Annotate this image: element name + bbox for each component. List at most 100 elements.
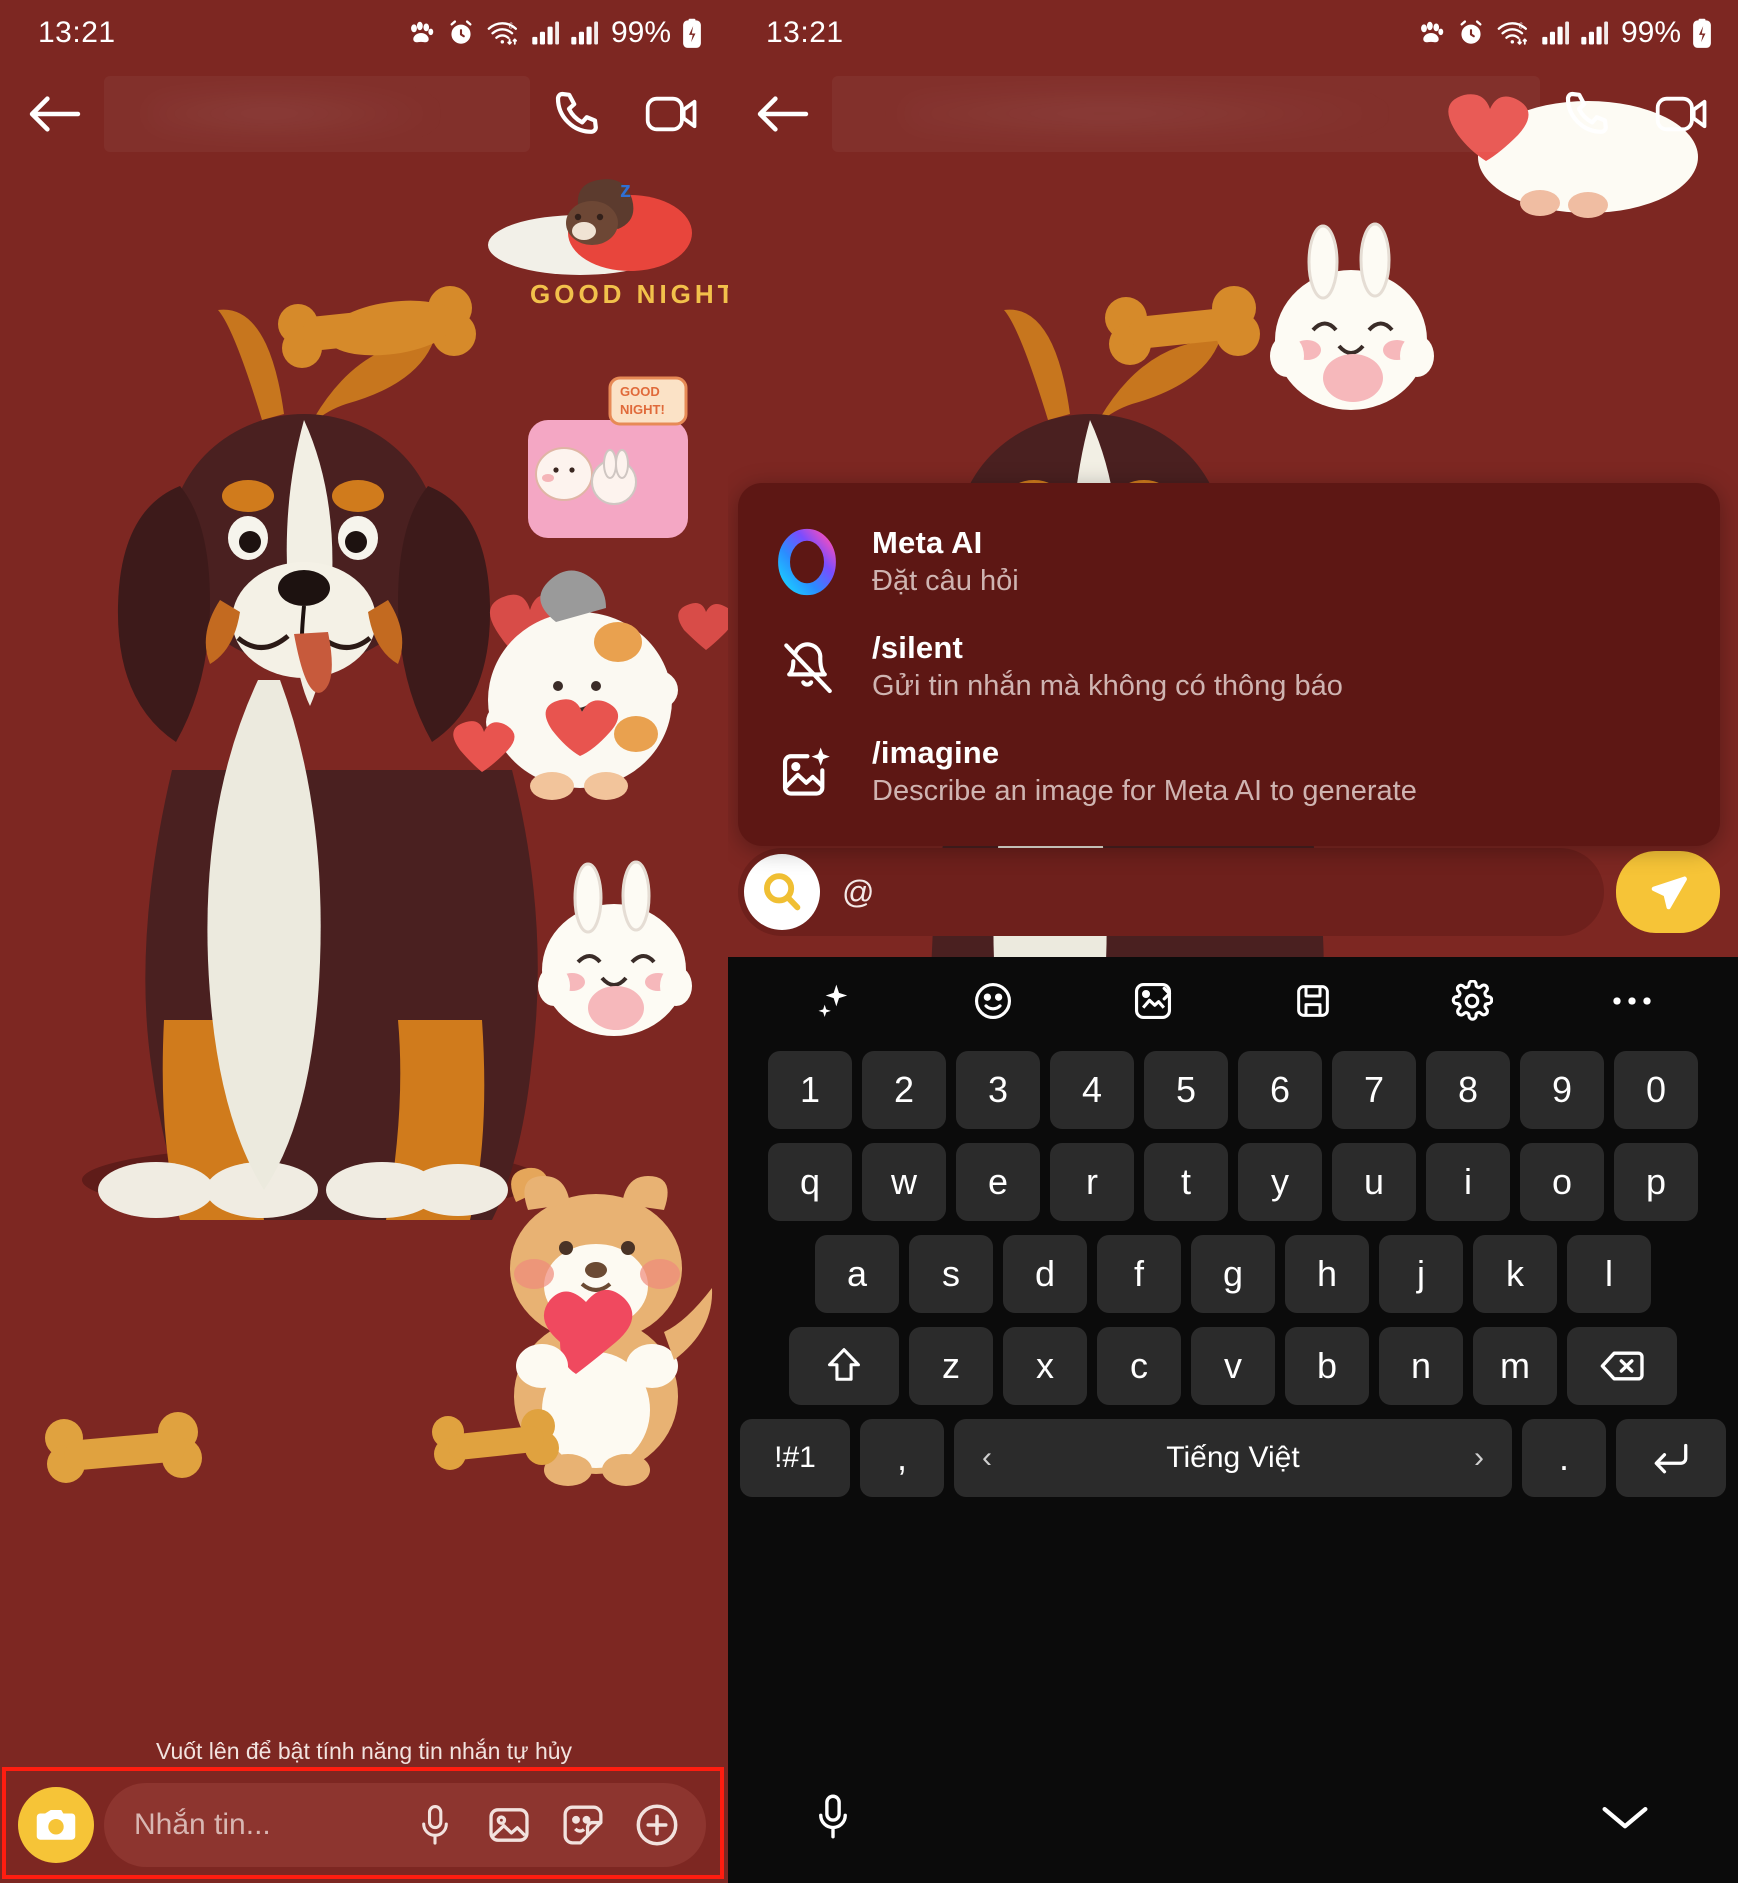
gear-icon[interactable] — [1438, 967, 1506, 1035]
enter-key[interactable] — [1616, 1419, 1726, 1497]
meta-ai-ring-icon — [772, 528, 842, 596]
key-f[interactable]: f — [1097, 1235, 1181, 1313]
emoji-icon[interactable] — [959, 967, 1027, 1035]
key-p[interactable]: p — [1614, 1143, 1698, 1221]
sticker-icon[interactable] — [560, 1802, 606, 1848]
voice-call-button[interactable] — [1558, 84, 1618, 144]
wifi-icon: 6 — [1496, 19, 1530, 47]
key-e[interactable]: e — [956, 1143, 1040, 1221]
video-call-button[interactable] — [1652, 84, 1712, 144]
key-u[interactable]: u — [1332, 1143, 1416, 1221]
key-v[interactable]: v — [1191, 1327, 1275, 1405]
key-2[interactable]: 2 — [862, 1051, 946, 1129]
message-input-field[interactable]: Nhắn tin... — [104, 1783, 706, 1867]
send-icon — [1651, 876, 1687, 910]
microphone-icon — [819, 1794, 847, 1838]
menu-item-silent[interactable]: /silent Gửi tin nhắn mà không có thông b… — [738, 614, 1720, 719]
prev-language-chevron[interactable]: ‹ — [982, 1441, 992, 1475]
key-r[interactable]: r — [1050, 1143, 1134, 1221]
enter-icon — [1654, 1443, 1688, 1474]
key-j[interactable]: j — [1379, 1235, 1463, 1313]
space-key[interactable]: ‹ Tiếng Việt › — [954, 1419, 1512, 1497]
menu-item-meta-ai[interactable]: Meta AI Đặt câu hỏi — [738, 509, 1720, 614]
key-0[interactable]: 0 — [1614, 1051, 1698, 1129]
alarm-icon — [1457, 19, 1485, 47]
next-language-chevron[interactable]: › — [1474, 1441, 1484, 1475]
key-b[interactable]: b — [1285, 1327, 1369, 1405]
key-n[interactable]: n — [1379, 1327, 1463, 1405]
key-4[interactable]: 4 — [1050, 1051, 1134, 1129]
gallery-icon[interactable] — [486, 1802, 532, 1848]
microphone-icon[interactable] — [412, 1802, 458, 1848]
symbols-key[interactable]: !#1 — [740, 1419, 850, 1497]
paw-icon — [406, 19, 436, 47]
signal-icon — [1541, 20, 1569, 46]
key-y[interactable]: y — [1238, 1143, 1322, 1221]
key-c[interactable]: c — [1097, 1327, 1181, 1405]
plus-icon[interactable] — [634, 1802, 680, 1848]
key-a[interactable]: a — [815, 1235, 899, 1313]
message-placeholder: Nhắn tin... — [134, 1808, 271, 1841]
meta-ai-command-menu: Meta AI Đặt câu hỏi /silent Gửi tin nhắn… — [738, 483, 1720, 846]
key-s[interactable]: s — [909, 1235, 993, 1313]
image-translate-icon[interactable] — [1119, 967, 1187, 1035]
sparkle-icon[interactable] — [800, 967, 868, 1035]
contact-name-blurred[interactable] — [832, 76, 1540, 152]
contact-name-blurred[interactable] — [104, 76, 530, 152]
key-3[interactable]: 3 — [956, 1051, 1040, 1129]
key-h[interactable]: h — [1285, 1235, 1369, 1313]
ephemeral-messages-hint: Vuốt lên để bật tính năng tin nhắn tự hủ… — [155, 1738, 573, 1764]
voice-input-button[interactable] — [816, 1793, 850, 1846]
key-8[interactable]: 8 — [1426, 1051, 1510, 1129]
back-button[interactable] — [24, 83, 86, 145]
backspace-key[interactable] — [1567, 1327, 1677, 1405]
more-icon[interactable] — [1598, 967, 1666, 1035]
send-button[interactable] — [1616, 851, 1720, 933]
paw-icon — [1416, 19, 1446, 47]
key-5[interactable]: 5 — [1144, 1051, 1228, 1129]
phone-call-icon — [555, 91, 598, 134]
keyboard-toolbar — [728, 957, 1738, 1045]
comma-key[interactable]: , — [860, 1419, 944, 1497]
status-bar-right: 13:21 6 99% — [728, 0, 1738, 66]
key-o[interactable]: o — [1520, 1143, 1604, 1221]
key-t[interactable]: t — [1144, 1143, 1228, 1221]
shift-key[interactable] — [789, 1327, 899, 1405]
key-k[interactable]: k — [1473, 1235, 1557, 1313]
key-q[interactable]: q — [768, 1143, 852, 1221]
compose-bar: Nhắn tin... — [18, 1781, 706, 1869]
key-d[interactable]: d — [1003, 1235, 1087, 1313]
battery-icon — [682, 18, 702, 48]
key-z[interactable]: z — [909, 1327, 993, 1405]
voice-call-button[interactable] — [548, 84, 608, 144]
svg-text:GOOD NIGHT: GOOD NIGHT — [530, 279, 728, 309]
status-icon-group: 6 99% — [1416, 16, 1712, 50]
key-9[interactable]: 9 — [1520, 1051, 1604, 1129]
camera-button[interactable] — [18, 1787, 94, 1863]
camera-icon — [36, 1809, 76, 1840]
back-button[interactable] — [752, 83, 814, 145]
ai-message-input[interactable]: @ — [738, 848, 1604, 936]
menu-item-subtitle: Describe an image for Meta AI to generat… — [872, 775, 1417, 807]
menu-item-title: /imagine — [872, 735, 1000, 770]
clipboard-icon[interactable] — [1279, 967, 1347, 1035]
key-m[interactable]: m — [1473, 1327, 1557, 1405]
svg-text:GOOD: GOOD — [620, 384, 660, 399]
menu-item-subtitle: Đặt câu hỏi — [872, 565, 1019, 597]
menu-item-text: /imagine Describe an image for Meta AI t… — [872, 735, 1417, 808]
menu-item-imagine[interactable]: /imagine Describe an image for Meta AI t… — [738, 719, 1720, 824]
search-icon[interactable] — [744, 854, 820, 930]
hide-keyboard-button[interactable] — [1600, 1800, 1650, 1839]
period-key[interactable]: . — [1522, 1419, 1606, 1497]
key-1[interactable]: 1 — [768, 1051, 852, 1129]
key-l[interactable]: l — [1567, 1235, 1651, 1313]
key-x[interactable]: x — [1003, 1327, 1087, 1405]
key-i[interactable]: i — [1426, 1143, 1510, 1221]
key-6[interactable]: 6 — [1238, 1051, 1322, 1129]
battery-icon — [1692, 18, 1712, 48]
video-call-button[interactable] — [642, 84, 702, 144]
key-7[interactable]: 7 — [1332, 1051, 1416, 1129]
keyboard-key-rows: 1 2 3 4 5 6 7 8 9 0 q w e r t y u i o p … — [728, 1045, 1738, 1755]
key-g[interactable]: g — [1191, 1235, 1275, 1313]
key-w[interactable]: w — [862, 1143, 946, 1221]
